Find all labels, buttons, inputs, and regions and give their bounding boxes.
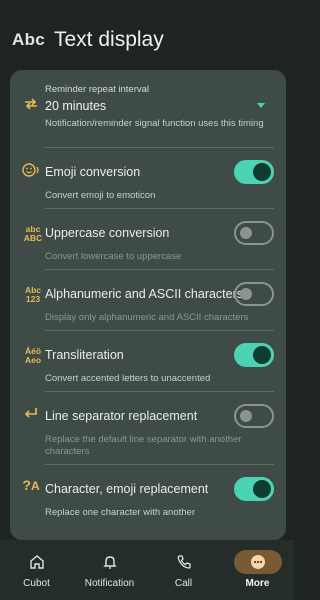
emoticon-icon [20,162,42,181]
transliteration-toggle[interactable] [234,343,274,367]
alphanumeric-icon: Abc 123 [24,285,42,304]
emoji-conversion-desc: Convert emoji to emoticon [45,190,156,201]
alphanumeric-desc: Display only alphanumeric and ASCII char… [45,312,249,323]
home-icon [13,550,61,574]
nav-label: Notification [84,578,135,589]
transliteration-icon: Áéö Aeo [24,346,42,365]
reminder-interval-desc: Notification/reminder signal function us… [45,118,264,129]
settings-card: Reminder repeat interval 20 minutes Noti… [10,70,286,540]
bottom-navigation: Cubot Notification Call More [0,540,294,600]
character-replacement-title: Character, emoji replacement [45,482,209,496]
character-replacement-toggle[interactable] [234,477,274,501]
line-separator-setting[interactable]: Line separator replacement Replace the d… [10,392,286,465]
transliteration-desc: Convert accented letters to unaccented [45,373,211,384]
uppercase-conversion-toggle[interactable] [234,221,274,245]
nav-label: Call [174,578,193,589]
app-header: Abc Text display [0,0,294,70]
uppercase-conversion-title: Uppercase conversion [45,226,170,240]
more-icon [233,550,282,574]
uppercase-icon: abc ABC [23,224,43,243]
character-replacement-desc: Replace one character with another [45,507,195,518]
nav-item-call[interactable]: Call [147,540,220,600]
nav-item-cubot[interactable]: Cubot [0,540,73,600]
page-title: Text display [54,28,164,51]
uppercase-conversion-desc: Convert lowercase to uppercase [45,251,182,262]
emoji-conversion-title: Emoji conversion [45,165,141,179]
line-separator-title: Line separator replacement [45,409,198,423]
line-separator-toggle[interactable] [234,404,274,428]
phone-icon [160,550,208,574]
transliteration-title: Transliteration [45,348,124,362]
nav-label: Cubot [23,578,50,589]
repeat-icon [20,96,42,116]
reminder-interval-dropdown[interactable]: 20 minutes [45,99,106,113]
dropdown-caret-icon[interactable] [257,103,265,108]
nav-label: More [245,578,270,589]
nav-item-notification[interactable]: Notification [73,540,146,600]
bell-icon [86,550,134,574]
character-replacement-setting[interactable]: ?A Character, emoji replacement Replace … [10,465,286,526]
emoji-conversion-toggle[interactable] [234,160,274,184]
transliteration-setting[interactable]: Áéö Aeo Transliteration Convert accented … [10,331,286,392]
reminder-interval-label: Reminder repeat interval [45,84,150,95]
line-return-icon [20,406,42,424]
alphanumeric-toggle[interactable] [234,282,274,306]
emoji-conversion-setting[interactable]: Emoji conversion Convert emoji to emotic… [10,148,286,209]
text-display-icon: Abc [12,30,46,49]
replace-character-icon: ?A [22,477,40,493]
line-separator-desc: Replace the default line separator with … [45,434,242,457]
uppercase-conversion-setting[interactable]: abc ABC Uppercase conversion Convert lowe… [10,209,286,270]
alphanumeric-setting[interactable]: Abc 123 Alphanumeric and ASCII characters… [10,270,286,331]
reminder-interval-setting[interactable]: Reminder repeat interval 20 minutes Noti… [10,70,286,148]
alphanumeric-title: Alphanumeric and ASCII characters [45,287,244,301]
nav-item-more[interactable]: More [221,540,294,600]
